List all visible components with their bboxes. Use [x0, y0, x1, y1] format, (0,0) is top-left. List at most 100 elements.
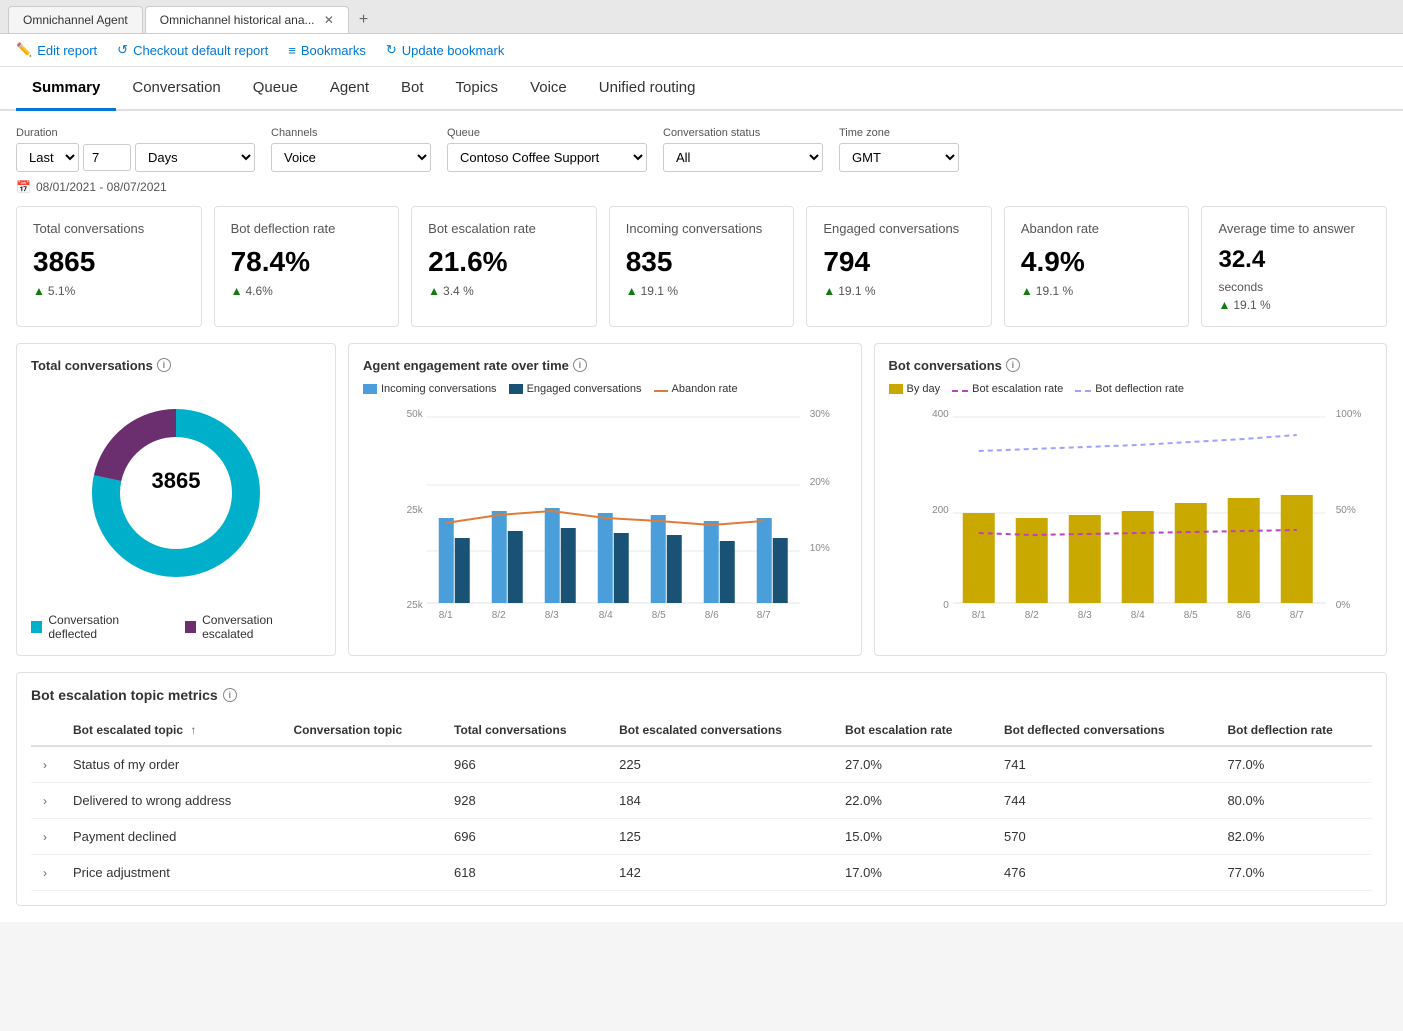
- total-conversations-chart: Total conversations i 3865 Co: [16, 343, 336, 656]
- tab-topics[interactable]: Topics: [440, 67, 515, 111]
- table-header: Bot escalated topic ↑ Conversation topic…: [31, 715, 1372, 746]
- timezone-label: Time zone: [839, 127, 959, 139]
- expand-button[interactable]: ›: [43, 794, 47, 808]
- svg-text:200: 200: [932, 505, 949, 516]
- trend-up-icon: ▲: [428, 284, 440, 298]
- tab-unified-routing[interactable]: Unified routing: [583, 67, 712, 111]
- expand-button[interactable]: ›: [43, 830, 47, 844]
- cell-total: 696: [442, 818, 607, 854]
- table-row: › Status of my order 966 225 27.0% 741 7…: [31, 746, 1372, 783]
- col-total-conversations: Total conversations: [442, 715, 607, 746]
- svg-text:8/3: 8/3: [545, 610, 559, 621]
- donut-legend: Conversation deflected Conversation esca…: [31, 613, 321, 641]
- bookmarks-button[interactable]: ≡ Bookmarks: [288, 43, 366, 58]
- svg-text:100%: 100%: [1335, 409, 1361, 420]
- checkout-icon: ↺: [117, 42, 128, 58]
- duration-preset-select[interactable]: Last: [16, 143, 79, 172]
- cell-conv-topic: [281, 782, 442, 818]
- kpi-avg-time-to-answer: Average time to answer 32.4 seconds ▲ 19…: [1201, 206, 1387, 327]
- cell-deflected: 570: [992, 818, 1215, 854]
- duration-unit-select[interactable]: Days: [135, 143, 255, 172]
- trend-up-icon: ▲: [1218, 298, 1230, 312]
- close-icon[interactable]: ✕: [324, 13, 334, 27]
- table-row: › Delivered to wrong address 928 184 22.…: [31, 782, 1372, 818]
- nav-tabs: Summary Conversation Queue Agent Bot Top…: [0, 67, 1403, 111]
- col-conversation-topic: Conversation topic: [281, 715, 442, 746]
- tab-conversation[interactable]: Conversation: [116, 67, 236, 111]
- duration-value-input[interactable]: [83, 144, 131, 171]
- bot-conversations-legend: By day Bot escalation rate Bot deflectio…: [889, 383, 1373, 395]
- tab-agent[interactable]: Agent: [314, 67, 385, 111]
- info-icon[interactable]: i: [157, 358, 171, 372]
- checkout-default-button[interactable]: ↺ Checkout default report: [117, 42, 268, 58]
- svg-text:0: 0: [943, 600, 949, 611]
- tab-bot[interactable]: Bot: [385, 67, 440, 111]
- trend-up-icon: ▲: [823, 284, 835, 298]
- cell-deflection-rate: 77.0%: [1215, 746, 1372, 783]
- sort-icon: ↑: [190, 723, 196, 737]
- deflected-color: [31, 621, 42, 633]
- svg-text:8/7: 8/7: [757, 610, 771, 621]
- svg-text:8/7: 8/7: [1289, 610, 1303, 621]
- expand-button[interactable]: ›: [43, 758, 47, 772]
- cell-escalation-rate: 27.0%: [833, 746, 992, 783]
- queue-select[interactable]: Contoso Coffee Support: [447, 143, 647, 172]
- kpi-bot-deflection-rate: Bot deflection rate 78.4% ▲ 4.6%: [214, 206, 400, 327]
- svg-text:8/6: 8/6: [1236, 610, 1250, 621]
- update-icon: ↻: [386, 42, 397, 58]
- svg-text:0%: 0%: [1335, 600, 1350, 611]
- cell-deflected: 476: [992, 854, 1215, 890]
- cell-topic: Price adjustment: [61, 854, 281, 890]
- bot-escalation-metrics-section: Bot escalation topic metrics i Bot escal…: [16, 672, 1387, 906]
- channels-select[interactable]: Voice: [271, 143, 431, 172]
- kpi-bot-escalation-rate: Bot escalation rate 21.6% ▲ 3.4 %: [411, 206, 597, 327]
- cell-topic: Delivered to wrong address: [61, 782, 281, 818]
- conv-status-select[interactable]: All: [663, 143, 823, 172]
- bot-conversations-chart: Bot conversations i By day Bot escalatio…: [874, 343, 1388, 656]
- cell-topic: Payment declined: [61, 818, 281, 854]
- tab-omnichannel-historical[interactable]: Omnichannel historical ana... ✕: [145, 6, 349, 33]
- svg-text:25k: 25k: [407, 505, 424, 516]
- tab-summary[interactable]: Summary: [16, 67, 116, 111]
- agent-engagement-chart: Agent engagement rate over time i Incomi…: [348, 343, 862, 656]
- svg-text:8/1: 8/1: [439, 610, 453, 621]
- cell-escalation-rate: 17.0%: [833, 854, 992, 890]
- expand-button[interactable]: ›: [43, 866, 47, 880]
- incoming-color: [363, 384, 377, 394]
- abandon-color: [654, 390, 668, 392]
- svg-text:3865: 3865: [152, 468, 201, 493]
- agent-engagement-legend: Incoming conversations Engaged conversat…: [363, 383, 847, 395]
- escalation-table: Bot escalated topic ↑ Conversation topic…: [31, 715, 1372, 891]
- cell-topic: Status of my order: [61, 746, 281, 783]
- info-icon[interactable]: i: [1006, 358, 1020, 372]
- trend-up-icon: ▲: [626, 284, 638, 298]
- tab-queue[interactable]: Queue: [237, 67, 314, 111]
- conv-status-label: Conversation status: [663, 127, 823, 139]
- edit-report-button[interactable]: ✏️ Edit report: [16, 42, 97, 58]
- trend-up-icon: ▲: [1021, 284, 1033, 298]
- cell-escalated: 225: [607, 746, 833, 783]
- timezone-select[interactable]: GMT: [839, 143, 959, 172]
- info-icon[interactable]: i: [223, 688, 237, 702]
- table-row: › Price adjustment 618 142 17.0% 476 77.…: [31, 854, 1372, 890]
- col-bot-escalation-rate: Bot escalation rate: [833, 715, 992, 746]
- add-tab-button[interactable]: +: [351, 7, 376, 33]
- info-icon[interactable]: i: [573, 358, 587, 372]
- queue-filter: Queue Contoso Coffee Support: [447, 127, 647, 172]
- channels-filter: Channels Voice: [271, 127, 431, 172]
- svg-text:20%: 20%: [810, 477, 830, 488]
- col-bot-deflected-conversations: Bot deflected conversations: [992, 715, 1215, 746]
- tab-omnichannel-agent[interactable]: Omnichannel Agent: [8, 6, 143, 33]
- legend-deflected: Conversation deflected: [31, 613, 165, 641]
- svg-text:10%: 10%: [810, 543, 830, 554]
- col-bot-escalated-topic[interactable]: Bot escalated topic ↑: [61, 715, 281, 746]
- toolbar: ✏️ Edit report ↺ Checkout default report…: [0, 34, 1403, 67]
- update-bookmark-button[interactable]: ↻ Update bookmark: [386, 42, 505, 58]
- tab-voice[interactable]: Voice: [514, 67, 583, 111]
- svg-text:8/4: 8/4: [1130, 610, 1144, 621]
- queue-label: Queue: [447, 127, 647, 139]
- agent-engagement-svg: 50k 25k 25k 30% 20% 10%: [363, 403, 847, 623]
- cell-conv-topic: [281, 818, 442, 854]
- cell-deflection-rate: 80.0%: [1215, 782, 1372, 818]
- svg-text:25k: 25k: [407, 600, 424, 611]
